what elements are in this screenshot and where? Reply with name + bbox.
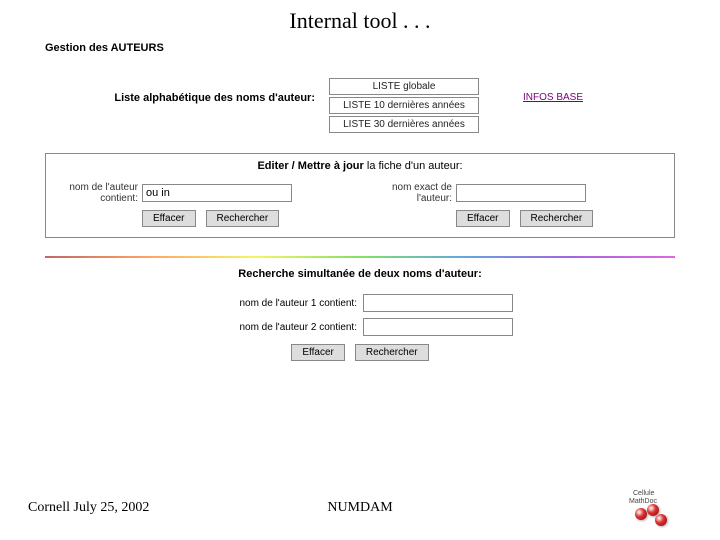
footer-logo: Cellule MathDoc <box>629 490 675 526</box>
alpha-list-row: Liste alphabétique des noms d'auteur: LI… <box>45 78 675 133</box>
liste-globale-button[interactable]: LISTE globale <box>329 78 479 95</box>
page-title: Internal tool . . . <box>0 8 720 34</box>
double-search-title: Recherche simultanée de deux noms d'aute… <box>45 268 675 280</box>
double-search-row-1: nom de l'auteur 1 contient: <box>45 294 675 312</box>
rechercher-double-button[interactable]: Rechercher <box>355 344 429 361</box>
effacer-left-button[interactable]: Effacer <box>142 210 196 227</box>
input-nom-exact[interactable] <box>456 184 586 202</box>
edit-author-panel: Editer / Mettre à jour la fiche d'un aut… <box>45 153 675 238</box>
alpha-list-label: Liste alphabétique des noms d'auteur: <box>45 78 315 104</box>
label-auteur2: nom de l'auteur 2 contient: <box>207 322 357 333</box>
footer-left-text: Cornell July 25, 2002 <box>28 500 149 516</box>
section-header-auteurs: Gestion des AUTEURS <box>45 42 675 54</box>
effacer-right-button[interactable]: Effacer <box>456 210 510 227</box>
liste-10-button[interactable]: LISTE 10 dernières années <box>329 97 479 114</box>
footer-center-text: NUMDAM <box>327 500 392 516</box>
label-auteur1: nom de l'auteur 1 contient: <box>207 298 357 309</box>
infos-base-link[interactable]: INFOS BASE <box>523 92 583 103</box>
rechercher-right-button[interactable]: Rechercher <box>520 210 594 227</box>
rainbow-separator <box>45 256 675 258</box>
input-auteur1[interactable] <box>363 294 513 312</box>
label-nom-contient: nom de l'auteur contient: <box>56 182 138 204</box>
rechercher-left-button[interactable]: Rechercher <box>206 210 280 227</box>
effacer-double-button[interactable]: Effacer <box>291 344 345 361</box>
alpha-list-buttons: LISTE globale LISTE 10 dernières années … <box>329 78 479 133</box>
input-nom-contient[interactable] <box>142 184 292 202</box>
label-nom-exact: nom exact de l'auteur: <box>370 182 452 204</box>
footer: Cornell July 25, 2002 NUMDAM Cellule Mat… <box>0 490 720 526</box>
edit-author-title: Editer / Mettre à jour la fiche d'un aut… <box>56 160 664 172</box>
liste-30-button[interactable]: LISTE 30 dernières années <box>329 116 479 133</box>
tool-area: Gestion des AUTEURS Liste alphabétique d… <box>45 42 675 492</box>
input-auteur2[interactable] <box>363 318 513 336</box>
search-exact-col: nom exact de l'auteur: Effacer Recherche… <box>370 182 664 227</box>
search-contains-col: nom de l'auteur contient: Effacer Recher… <box>56 182 350 227</box>
double-search-row-2: nom de l'auteur 2 contient: <box>45 318 675 336</box>
